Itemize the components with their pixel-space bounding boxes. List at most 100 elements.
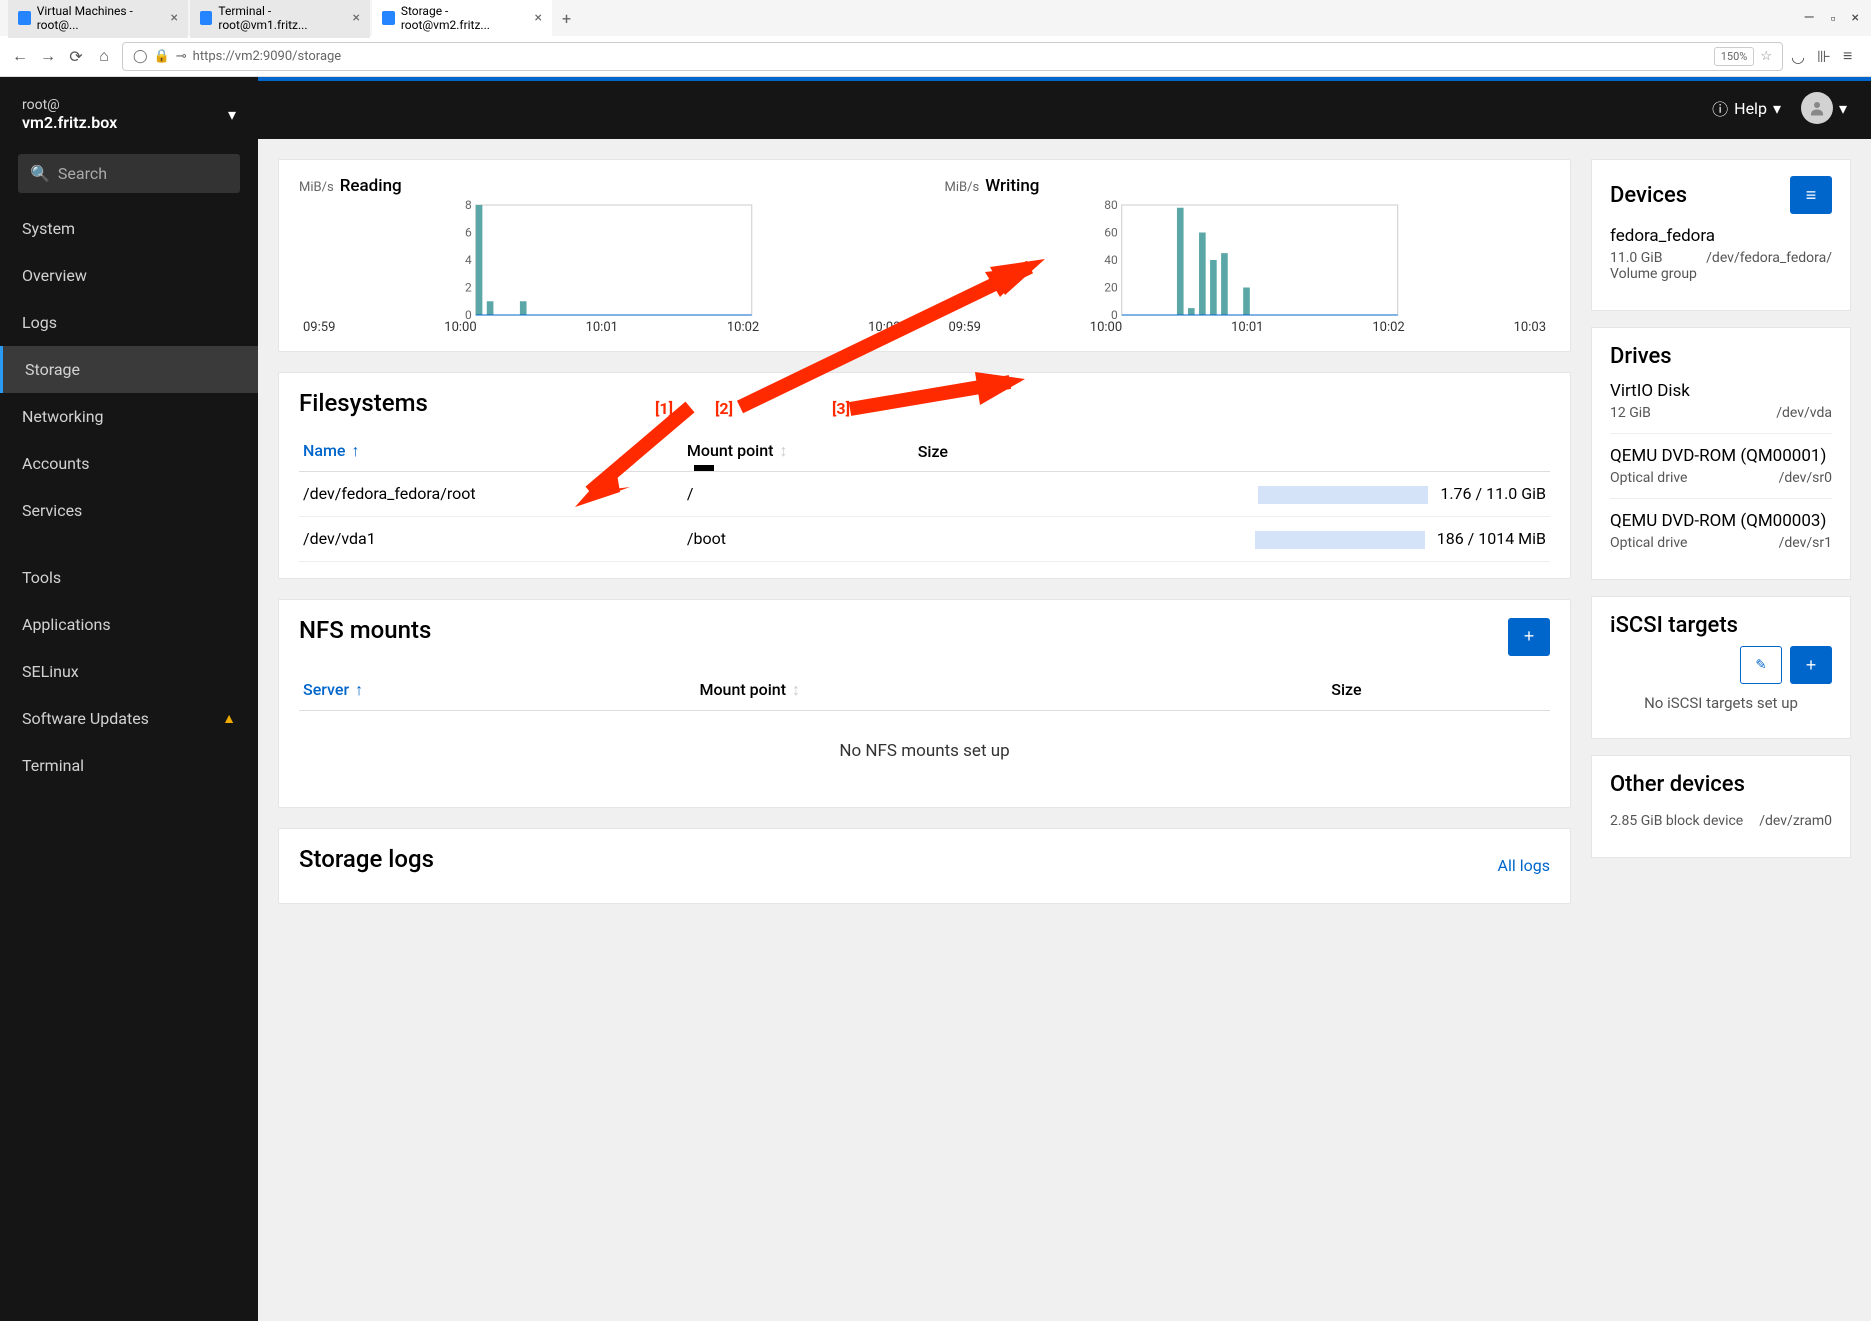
chart-unit: MiB/s [299,180,334,195]
chart-title: Writing [985,176,1039,196]
sidebar-item-logs[interactable]: Logs [0,299,258,346]
sidebar-item-system[interactable]: System [0,205,258,252]
help-button[interactable]: ⓘ Help ▾ [1712,96,1781,120]
col-server[interactable]: Server↑ [299,670,695,711]
home-button[interactable]: ⌂ [94,46,114,66]
user-icon [1808,99,1826,117]
sidebar-item-applications[interactable]: Applications [0,601,258,648]
sidebar-item-tools[interactable]: Tools [0,554,258,601]
url-text: https://vm2:9090/storage [193,49,342,64]
caret-down-icon: ▾ [1839,99,1847,118]
reload-button[interactable]: ⟳ [66,46,86,66]
url-bar: ← → ⟳ ⌂ ◯ 🔒 ⊸ https://vm2:9090/storage 1… [0,36,1871,76]
close-window-button[interactable]: × [1848,8,1863,29]
search-icon: 🔍 [30,164,50,183]
sidebar-item-terminal[interactable]: Terminal [0,742,258,789]
sort-up-icon: ↑ [355,680,363,699]
col-size[interactable]: Size [1327,670,1550,711]
col-mount[interactable]: Mount point↕ [695,670,1327,711]
add-iscsi-button[interactable]: + [1790,646,1832,684]
browser-tab-1[interactable]: Virtual Machines - root@... × [8,0,188,38]
bookmark-star-icon[interactable]: ☆ [1760,49,1772,64]
browser-tab-2[interactable]: Terminal - root@vm1.fritz... × [190,0,370,38]
plus-icon: + [1806,655,1817,676]
sidebar-item-accounts[interactable]: Accounts [0,440,258,487]
sidebar-item-overview[interactable]: Overview [0,252,258,299]
favicon-icon [18,11,31,25]
close-icon[interactable]: × [353,10,360,26]
list-item[interactable]: VirtIO Disk12 GiB/dev/vda [1610,369,1832,433]
nfs-title: NFS mounts [299,616,431,644]
favicon-icon [200,11,212,25]
user-label: root@ [22,97,117,113]
svg-text:2: 2 [465,281,472,295]
add-nfs-button[interactable]: + [1508,618,1550,656]
back-button[interactable]: ← [10,46,30,66]
tab-bar: Virtual Machines - root@... × Terminal -… [0,0,1871,36]
browser-chrome: Virtual Machines - root@... × Terminal -… [0,0,1871,77]
all-logs-link[interactable]: All logs [1498,856,1550,875]
sort-up-icon: ↑ [351,441,359,460]
search-placeholder: Search [58,164,107,183]
svg-text:80: 80 [1104,200,1118,212]
shield-icon: ◯ [133,49,148,64]
devices-menu-button[interactable]: ≡ [1790,176,1832,214]
user-menu[interactable]: ▾ [1801,92,1847,124]
pocket-icon[interactable]: ◡ [1791,47,1809,66]
avatar [1801,92,1833,124]
hostname-label: vm2.fritz.box [22,113,117,132]
list-item[interactable]: QEMU DVD-ROM (QM00003)Optical drive/dev/… [1610,498,1832,563]
caret-down-icon: ▾ [228,105,236,124]
logs-title: Storage logs [299,845,434,873]
close-icon[interactable]: × [171,10,178,26]
zoom-badge[interactable]: 150% [1714,47,1755,66]
nfs-empty: No NFS mounts set up [299,711,1550,791]
help-label: Help [1734,99,1767,118]
sidebar: root@ vm2.fritz.box ▾ 🔍 Search System Ov… [0,77,258,1321]
minimize-button[interactable]: — [1800,8,1819,29]
help-icon: ⓘ [1712,96,1728,120]
list-item[interactable]: fedora_fedora11.0 GiB Volume group/dev/f… [1610,214,1832,294]
window-controls: — ▫ × [1800,8,1863,29]
list-item[interactable]: QEMU DVD-ROM (QM00001)Optical drive/dev/… [1610,433,1832,498]
new-tab-button[interactable]: + [554,5,579,32]
sort-icon: ↕ [792,680,800,699]
devices-title: Devices [1610,183,1687,208]
library-icon[interactable]: ⊪ [1817,47,1835,66]
favicon-icon [382,11,395,25]
maximize-button[interactable]: ▫ [1827,8,1840,29]
caret-down-icon: ▾ [1773,99,1781,118]
drives-title: Drives [1610,344,1832,369]
chart-title: Reading [340,176,402,196]
hamburger-icon: ≡ [1806,185,1817,206]
close-icon[interactable]: × [535,10,542,26]
iscsi-card: iSCSI targets ✎ + No iSCSI targets set u… [1591,596,1851,739]
annotation-label-1: [1] [655,399,673,418]
chart-unit: MiB/s [945,180,980,195]
menu-icon[interactable]: ≡ [1843,46,1861,66]
plus-icon: + [1524,626,1535,647]
list-item[interactable]: 2.85 GiB block device/dev/zram0 [1610,797,1832,841]
svg-text:8: 8 [465,200,472,212]
forward-button[interactable]: → [38,46,58,66]
other-devices-card: Other devices 2.85 GiB block device/dev/… [1591,755,1851,858]
edit-iscsi-button[interactable]: ✎ [1740,646,1782,684]
annotation-label-2: [2] [715,399,733,418]
tab-title: Storage - root@vm2.fritz... [401,4,529,32]
browser-tab-3[interactable]: Storage - root@vm2.fritz... × [372,0,552,38]
sidebar-item-updates[interactable]: Software Updates ▲ [0,695,258,742]
sidebar-item-storage[interactable]: Storage [0,346,258,393]
sidebar-item-services[interactable]: Services [0,487,258,534]
svg-text:4: 4 [465,253,472,267]
nfs-table: Server↑ Mount point↕ Size [299,670,1550,711]
drives-card: Drives VirtIO Disk12 GiB/dev/vdaQEMU DVD… [1591,327,1851,580]
host-selector[interactable]: root@ vm2.fritz.box ▾ [0,87,258,142]
sidebar-item-networking[interactable]: Networking [0,393,258,440]
url-field[interactable]: ◯ 🔒 ⊸ https://vm2:9090/storage 150% ☆ [122,42,1783,71]
iscsi-title: iSCSI targets [1610,613,1832,638]
iscsi-empty: No iSCSI targets set up [1610,684,1832,722]
sidebar-item-selinux[interactable]: SELinux [0,648,258,695]
search-input[interactable]: 🔍 Search [18,154,240,193]
lock-icon: 🔒 [154,49,170,64]
app-header: ⓘ Help ▾ ▾ [258,77,1871,139]
